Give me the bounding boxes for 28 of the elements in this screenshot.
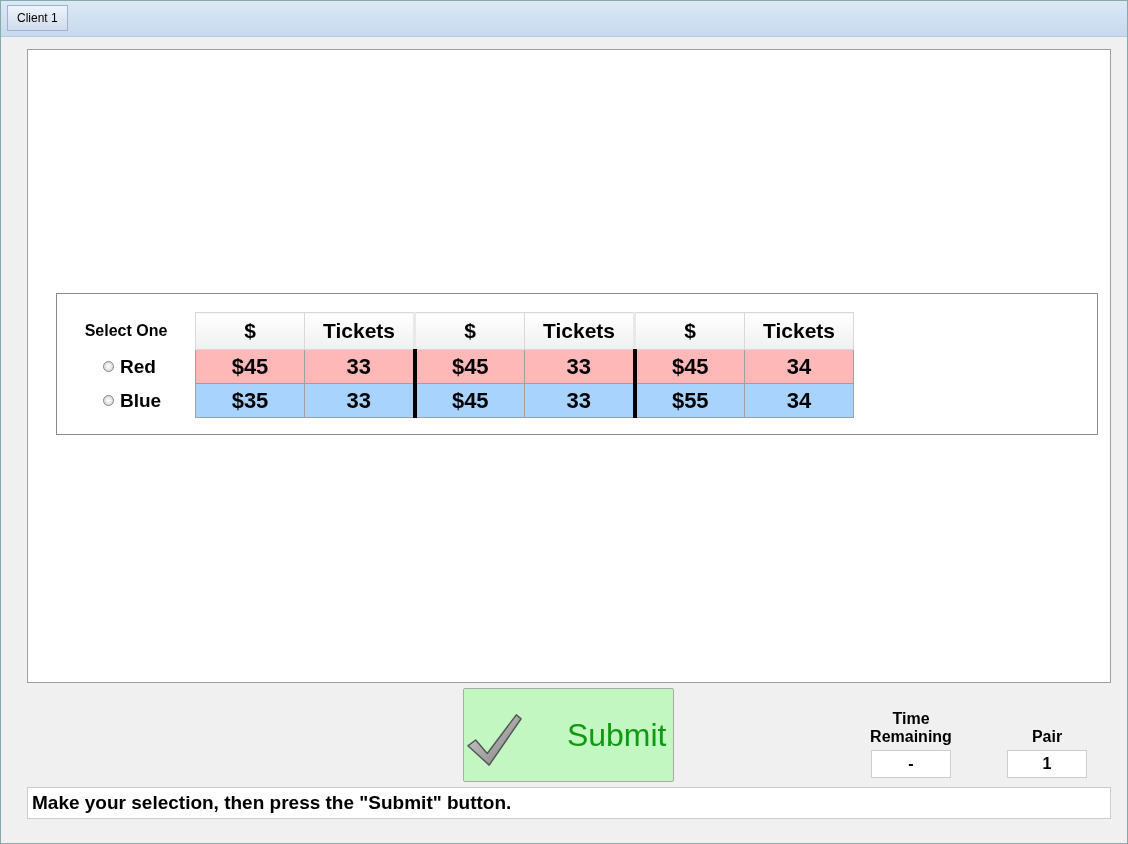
time-remaining-label: Time Remaining xyxy=(869,710,953,746)
time-remaining-value: - xyxy=(871,750,951,778)
column-header: $ xyxy=(414,312,525,350)
option-radio[interactable]: Red xyxy=(57,355,195,378)
checkmark-icon xyxy=(465,711,524,769)
table-cell: $45 xyxy=(195,349,305,384)
table-cell: 34 xyxy=(744,383,854,418)
status-message: Make your selection, then press the "Submit" button. xyxy=(27,787,1111,819)
table-cell: $45 xyxy=(414,349,525,384)
table-cell: $55 xyxy=(634,383,745,418)
pair-label: Pair xyxy=(1030,728,1064,746)
column-header: $ xyxy=(195,312,305,350)
column-header: Tickets xyxy=(304,312,415,350)
table-cell: $45 xyxy=(634,349,745,384)
table-cell: 33 xyxy=(524,349,635,384)
prompt-label: Select One xyxy=(57,312,196,350)
pair-value: 1 xyxy=(1007,750,1087,778)
window-title: Client 1 xyxy=(7,5,68,31)
column-header: $ xyxy=(634,312,745,350)
option-radio[interactable]: Blue xyxy=(57,389,195,412)
table-cell: 33 xyxy=(524,383,635,418)
table-cell: $35 xyxy=(195,383,305,418)
column-header: Tickets xyxy=(524,312,635,350)
table-cell: 33 xyxy=(304,349,415,384)
table-cell: 33 xyxy=(304,383,415,418)
table-cell: $45 xyxy=(414,383,525,418)
table-cell: 34 xyxy=(744,349,854,384)
column-header: Tickets xyxy=(744,312,854,350)
